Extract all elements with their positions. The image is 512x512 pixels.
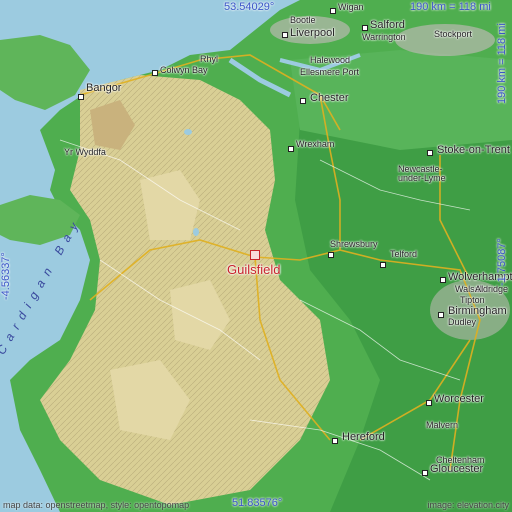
- city-dot: [332, 438, 338, 444]
- city-dot: [438, 312, 444, 318]
- city-dot: [422, 470, 428, 476]
- city-label-colwyn-bay: Colwyn Bay: [160, 65, 208, 75]
- city-dot: [152, 70, 158, 76]
- city-dot: [362, 25, 368, 31]
- city-dot: [300, 98, 306, 104]
- place-marker[interactable]: [250, 250, 260, 260]
- city-label-worcester: Worcester: [434, 393, 484, 405]
- city-dot: [282, 32, 288, 38]
- scale-right: 190 km = 118 mi: [496, 23, 508, 104]
- city-dot: [288, 146, 294, 152]
- city-label-malvern: Malvern: [426, 420, 459, 430]
- city-dot: [328, 252, 334, 258]
- city-label-wrexham: Wrexham: [296, 139, 335, 149]
- city-label-wigan: Wigan: [338, 2, 364, 12]
- city-label-telford: Telford: [390, 249, 418, 259]
- scale-top: 190 km = 118 mi: [410, 1, 491, 13]
- city-label-hereford: Hereford: [342, 431, 385, 443]
- city-label-newcastle: Newcastle-under-Lyme: [398, 164, 446, 183]
- city-label-liverpool: Liverpool: [290, 27, 335, 39]
- city-dot: [78, 94, 84, 100]
- city-dot: [380, 262, 386, 268]
- city-dot: [427, 150, 433, 156]
- city-label-ellesmere-port: Ellesmere Port: [300, 67, 360, 77]
- city-label-halewood: Halewood: [310, 55, 351, 65]
- city-label-shrewsbury: Shrewsbury: [330, 239, 378, 249]
- city-label-stoke: Stoke-on-Trent: [437, 144, 510, 156]
- city-label-gloucester: Gloucester: [430, 463, 484, 475]
- coord-top: 53.54029°: [224, 1, 275, 13]
- city-label-bootle: Bootle: [290, 15, 316, 25]
- city-label-birmingham: Birmingham: [448, 305, 507, 317]
- city-label-dudley: Dudley: [448, 317, 477, 327]
- city-label-bangor: Bangor: [86, 82, 122, 94]
- city-label-chester: Chester: [310, 92, 349, 104]
- place-label: Guilsfield: [227, 262, 281, 277]
- city-label-salford: Salford: [370, 19, 405, 31]
- city-label-aldridge: Aldridge: [475, 284, 509, 294]
- city-label-stockport: Stockport: [434, 29, 473, 39]
- attribution-bar: map data: openstreetmap, style: opentopo…: [0, 500, 512, 512]
- coord-left: -4.56337°: [0, 252, 12, 300]
- city-dot: [330, 8, 336, 14]
- city-label-yr-wyddfa: Yr Wyddfa: [64, 147, 106, 157]
- topographic-map[interactable]: Wigan Bootle Salford Liverpool Warringto…: [0, 0, 512, 512]
- city-label-tipton: Tipton: [460, 295, 485, 305]
- coord-right: -1.75087°: [496, 238, 508, 286]
- city-dot: [440, 277, 446, 283]
- city-label-warrington: Warrington: [362, 32, 406, 42]
- city-dot: [426, 400, 432, 406]
- attribution-right[interactable]: image: elevation.city: [427, 500, 509, 510]
- attribution-left: map data: openstreetmap, style: opentopo…: [3, 500, 190, 510]
- city-label-rhyl: Rhyl: [200, 54, 219, 64]
